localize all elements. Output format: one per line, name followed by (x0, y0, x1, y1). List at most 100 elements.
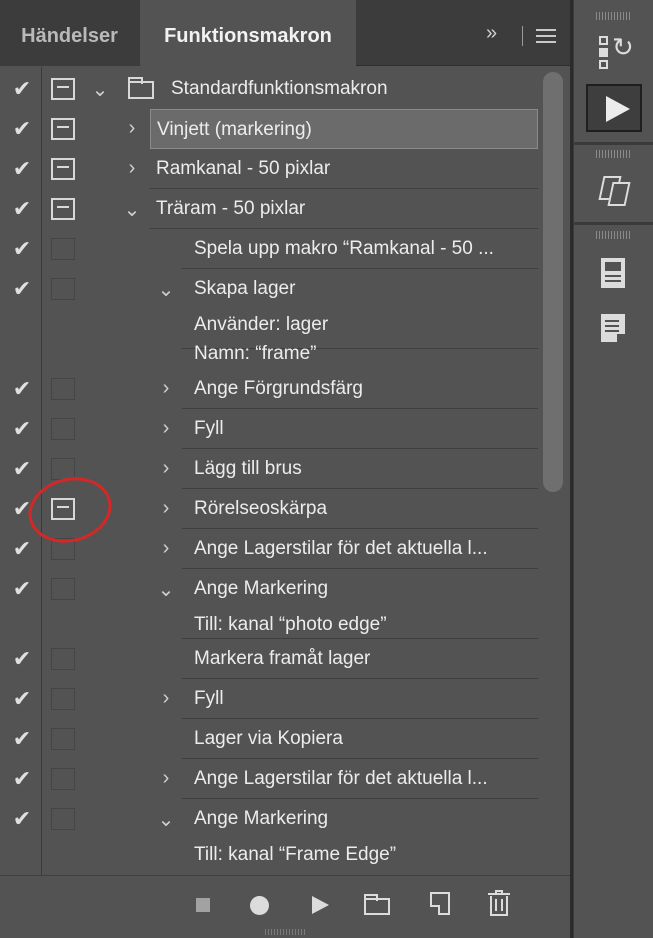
history-block (599, 36, 608, 45)
dialog-toggle-icon[interactable] (51, 158, 75, 180)
action-row[interactable]: ✔ › Ramkanal - 50 pixlar (0, 149, 540, 189)
panel-menu-icon[interactable] (536, 29, 556, 43)
row-cell: Fyll (182, 679, 538, 719)
chevron-right-icon[interactable]: › (156, 457, 176, 480)
tab-actions[interactable]: Funktionsmakron (140, 0, 356, 67)
command-row[interactable]: ✔ Markera framåt lager (0, 639, 540, 679)
toggle-check-icon[interactable]: ✔ (10, 686, 34, 712)
toggle-check-icon[interactable]: ✔ (10, 726, 34, 752)
command-row[interactable]: ✔ ⌄ Skapa lager Använder: lager Namn: “f… (0, 269, 540, 364)
tab-separator (522, 26, 523, 46)
toggle-check-icon[interactable]: ✔ (10, 156, 34, 182)
command-label: Ange Markering (194, 578, 329, 599)
command-row[interactable]: ✔ Lager via Kopiera (0, 719, 540, 759)
resize-grip[interactable] (265, 929, 305, 935)
tab-events[interactable]: Händelser (0, 0, 139, 66)
toggle-check-icon[interactable]: ✔ (10, 116, 34, 142)
toggle-check-icon[interactable]: ✔ (10, 276, 34, 302)
toggle-check-icon[interactable]: ✔ (10, 576, 34, 602)
command-label: Rörelseoskärpa (194, 498, 328, 519)
command-label: Ange Lagerstilar för det aktuella l... (194, 538, 488, 559)
properties-icon[interactable] (586, 250, 642, 298)
new-action-icon[interactable] (430, 892, 450, 915)
command-detail: Till: kanal “Frame Edge” (194, 844, 397, 865)
dialog-toggle-icon[interactable] (51, 808, 75, 830)
dialog-toggle-icon[interactable] (51, 78, 75, 100)
chevron-down-icon[interactable]: ⌄ (156, 807, 176, 832)
action-row[interactable]: ✔ › Vinjett (markering) (0, 109, 540, 149)
row-cell: Ramkanal - 50 pixlar (150, 149, 538, 189)
command-row[interactable]: ✔ › Ange Förgrundsfärg (0, 369, 540, 409)
dialog-toggle-icon[interactable] (51, 728, 75, 750)
dock-grip[interactable] (596, 150, 632, 158)
toggle-check-icon[interactable]: ✔ (10, 236, 34, 262)
dialog-toggle-icon[interactable] (51, 198, 75, 220)
trash-lid (488, 893, 510, 895)
dock-divider (574, 142, 653, 145)
command-row[interactable]: ✔ › Ange Lagerstilar för det aktuella l.… (0, 759, 540, 799)
play-icon[interactable] (312, 896, 329, 914)
scrollbar-thumb[interactable] (543, 72, 563, 492)
toggle-check-icon[interactable]: ✔ (10, 536, 34, 562)
chevron-down-icon[interactable]: ⌄ (122, 197, 142, 222)
dialog-toggle-icon[interactable] (51, 648, 75, 670)
chevron-down-icon[interactable]: ⌄ (156, 577, 176, 602)
dock-divider (574, 222, 653, 225)
command-row[interactable]: ✔ ⌄ Ange Markering Till: kanal “photo ed… (0, 569, 540, 639)
command-row[interactable]: ✔ › Fyll (0, 679, 540, 719)
chevron-down-icon[interactable]: ⌄ (156, 277, 176, 302)
chevron-right-icon[interactable]: › (156, 537, 176, 560)
panel-tab-bar: Händelser Funktionsmakron » (0, 0, 570, 67)
toggle-check-icon[interactable]: ✔ (10, 196, 34, 222)
collapse-panel-icon[interactable]: » (486, 22, 497, 45)
chevron-down-icon[interactable]: ⌄ (90, 77, 110, 102)
action-list: ✔ ⌄ Standardfunktionsmakron ✔ › Vinjett … (0, 67, 540, 875)
undo-arrow-icon: ↻ (612, 32, 634, 62)
trash-icon[interactable] (488, 890, 510, 916)
toggle-check-icon[interactable]: ✔ (10, 416, 34, 442)
chevron-right-icon[interactable]: › (156, 767, 176, 790)
dialog-toggle-icon[interactable] (51, 278, 75, 300)
row-cell: Standardfunktionsmakron (160, 69, 538, 109)
row-cell: Rörelseoskärpa (182, 489, 538, 529)
dialog-toggle-icon[interactable] (51, 238, 75, 260)
command-row[interactable]: ✔ › Fyll (0, 409, 540, 449)
chevron-right-icon[interactable]: › (156, 377, 176, 400)
dialog-toggle-icon[interactable] (51, 768, 75, 790)
row-cell: Vinjett (markering) (150, 109, 538, 149)
toggle-check-icon[interactable]: ✔ (10, 376, 34, 402)
chevron-right-icon[interactable]: › (122, 117, 142, 140)
chevron-right-icon[interactable]: › (156, 417, 176, 440)
command-label: Ange Markering (194, 808, 329, 829)
dialog-toggle-icon[interactable] (51, 378, 75, 400)
new-set-icon[interactable] (364, 894, 390, 915)
command-row[interactable]: ✔ ⌄ Ange Markering Till: kanal “Frame Ed… (0, 799, 540, 875)
toggle-check-icon[interactable]: ✔ (10, 646, 34, 672)
stop-icon[interactable] (196, 898, 210, 912)
chevron-right-icon[interactable]: › (122, 157, 142, 180)
dialog-toggle-icon[interactable] (51, 118, 75, 140)
toggle-check-icon[interactable]: ✔ (10, 76, 34, 102)
toggle-check-icon[interactable]: ✔ (10, 806, 34, 832)
row-cell: Skapa lager Använder: lager Namn: “frame… (182, 269, 538, 364)
actions-icon[interactable] (586, 84, 642, 132)
row-cell: Ange Markering Till: kanal “photo edge” (182, 569, 538, 639)
clone-source-icon[interactable] (586, 166, 642, 214)
folder-icon (128, 77, 154, 99)
toggle-check-icon[interactable]: ✔ (10, 456, 34, 482)
record-icon[interactable] (250, 896, 269, 915)
dialog-toggle-icon[interactable] (51, 578, 75, 600)
toggle-check-icon[interactable]: ✔ (10, 766, 34, 792)
action-row[interactable]: ✔ ⌄ Träram - 50 pixlar (0, 189, 540, 229)
dock-grip[interactable] (596, 231, 632, 239)
dialog-toggle-icon[interactable] (51, 418, 75, 440)
action-label: Vinjett (markering) (157, 119, 312, 140)
action-set-row[interactable]: ✔ ⌄ Standardfunktionsmakron (0, 69, 540, 109)
command-row[interactable]: ✔ Spela upp makro “Ramkanal - 50 ... (0, 229, 540, 269)
notes-icon[interactable] (586, 306, 642, 354)
dock-grip[interactable] (596, 12, 632, 20)
chevron-right-icon[interactable]: › (156, 497, 176, 520)
dialog-toggle-icon[interactable] (51, 688, 75, 710)
chevron-right-icon[interactable]: › (156, 687, 176, 710)
history-icon[interactable]: ↻ (586, 28, 642, 76)
